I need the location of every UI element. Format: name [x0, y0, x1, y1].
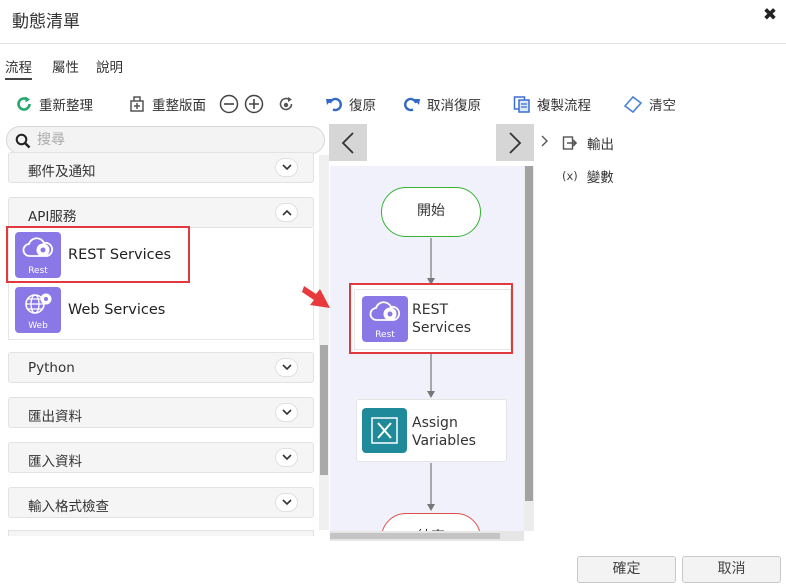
- chevron-down-icon[interactable]: [275, 158, 298, 177]
- tab-help[interactable]: 說明: [96, 56, 123, 80]
- tab-properties[interactable]: 屬性: [52, 56, 79, 80]
- chevron-down-icon[interactable]: [275, 403, 298, 422]
- end-node[interactable]: 結束: [381, 513, 481, 531]
- web-icon-caption: Web: [28, 321, 48, 331]
- tab-flow[interactable]: 流程: [5, 56, 32, 80]
- start-label: 開始: [417, 203, 445, 219]
- rest-node-icon-caption: Rest: [375, 330, 395, 340]
- assign-variables-label: Assign Variables: [412, 415, 476, 449]
- search-icon: [15, 133, 31, 149]
- web-services-item[interactable]: Web Web Services: [8, 284, 192, 336]
- rest-services-node[interactable]: Rest REST Services: [349, 283, 513, 354]
- chevron-down-icon[interactable]: [275, 358, 298, 377]
- ok-button[interactable]: 確定: [577, 556, 676, 583]
- fit-view-icon: [279, 97, 293, 111]
- variables-item[interactable]: (x) 變數: [562, 166, 614, 186]
- rest-icon-caption: Rest: [28, 266, 48, 276]
- category-label: 郵件及通知: [28, 164, 96, 180]
- category-import-data[interactable]: 匯入資料: [8, 442, 314, 473]
- category-input-validation[interactable]: 輸入格式檢查: [8, 487, 314, 518]
- chevron-down-icon[interactable]: [275, 448, 298, 467]
- redo-label: 取消復原: [427, 98, 481, 114]
- category-export-data[interactable]: 匯出資料: [8, 397, 314, 428]
- canvas-vertical-scrollbar-thumb[interactable]: [525, 166, 533, 501]
- rearrange-label: 重新整理: [39, 98, 93, 114]
- fit-view-button[interactable]: [276, 92, 301, 116]
- canvas-next-button[interactable]: [496, 124, 534, 161]
- undo-button[interactable]: 復原: [324, 92, 376, 116]
- cancel-button[interactable]: 取消: [682, 556, 781, 583]
- copy-flow-button[interactable]: 複製流程: [512, 92, 591, 116]
- canvas-prev-button[interactable]: [329, 124, 367, 161]
- redo-button[interactable]: 取消復原: [402, 92, 481, 116]
- category-label: 匯出資料: [28, 409, 82, 425]
- pointer-arrow-icon: [302, 286, 330, 308]
- reset-layout-label: 重整版面: [152, 98, 206, 114]
- title-bar: 動態清單 ✖: [0, 0, 786, 44]
- search-input[interactable]: [37, 130, 317, 150]
- undo-icon: [326, 97, 342, 112]
- rearrange-button[interactable]: 重新整理: [14, 92, 93, 116]
- category-api[interactable]: API服務: [8, 197, 314, 228]
- category-label: 匯入資料: [28, 454, 82, 470]
- dialog-title: 動態清單: [12, 12, 80, 32]
- assign-variables-node[interactable]: Assign Variables: [356, 399, 507, 462]
- chevron-down-icon[interactable]: [275, 493, 298, 512]
- close-icon[interactable]: ✖: [760, 5, 780, 27]
- clear-label: 清空: [649, 98, 676, 114]
- variables-icon: (x): [562, 169, 578, 183]
- refresh-icon: [17, 96, 31, 111]
- chevron-right-icon: [509, 132, 522, 154]
- undo-label: 復原: [349, 98, 376, 114]
- reset-layout-button[interactable]: 重整版面: [127, 92, 206, 116]
- palette-scrollbar-thumb[interactable]: [320, 345, 328, 475]
- copy-icon: [513, 96, 530, 113]
- output-label: 輸出: [587, 137, 614, 153]
- category-label: API服務: [28, 209, 77, 225]
- rest-services-node-label: REST Services: [412, 302, 472, 336]
- category-partial: [8, 530, 314, 536]
- output-icon: [562, 136, 578, 150]
- category-label: 輸入格式檢查: [28, 499, 109, 515]
- category-label: Python: [28, 360, 75, 376]
- canvas-horizontal-scrollbar-thumb[interactable]: [330, 533, 500, 539]
- output-item[interactable]: 輸出: [562, 133, 614, 153]
- clear-button[interactable]: 清空: [622, 92, 676, 116]
- chevron-up-icon[interactable]: [275, 203, 298, 222]
- variables-label: 變數: [586, 170, 614, 186]
- rest-cloud-gear-icon: Rest: [362, 296, 408, 342]
- layout-icon: [130, 96, 144, 112]
- chevron-left-icon: [341, 132, 354, 154]
- category-python[interactable]: Python: [8, 352, 314, 383]
- rest-services-label: REST Services: [68, 247, 172, 263]
- zoom-in-button[interactable]: [244, 92, 269, 116]
- web-globe-gear-icon: Web: [15, 287, 61, 333]
- rest-cloud-gear-icon: Rest: [15, 232, 61, 278]
- web-services-label: Web Services: [68, 302, 166, 318]
- copy-flow-label: 複製流程: [537, 98, 591, 114]
- search-box: [6, 126, 325, 154]
- zoom-in-icon: [244, 94, 264, 114]
- rest-services-item[interactable]: Rest REST Services: [6, 226, 190, 283]
- redo-icon: [404, 97, 420, 112]
- start-node[interactable]: 開始: [381, 187, 481, 237]
- zoom-out-icon: [219, 94, 239, 114]
- chevron-right-icon[interactable]: [540, 135, 550, 147]
- assign-variables-icon: [362, 408, 407, 453]
- category-mail-notify[interactable]: 郵件及通知: [8, 152, 314, 183]
- zoom-out-button[interactable]: [219, 92, 244, 116]
- eraser-icon: [623, 95, 643, 114]
